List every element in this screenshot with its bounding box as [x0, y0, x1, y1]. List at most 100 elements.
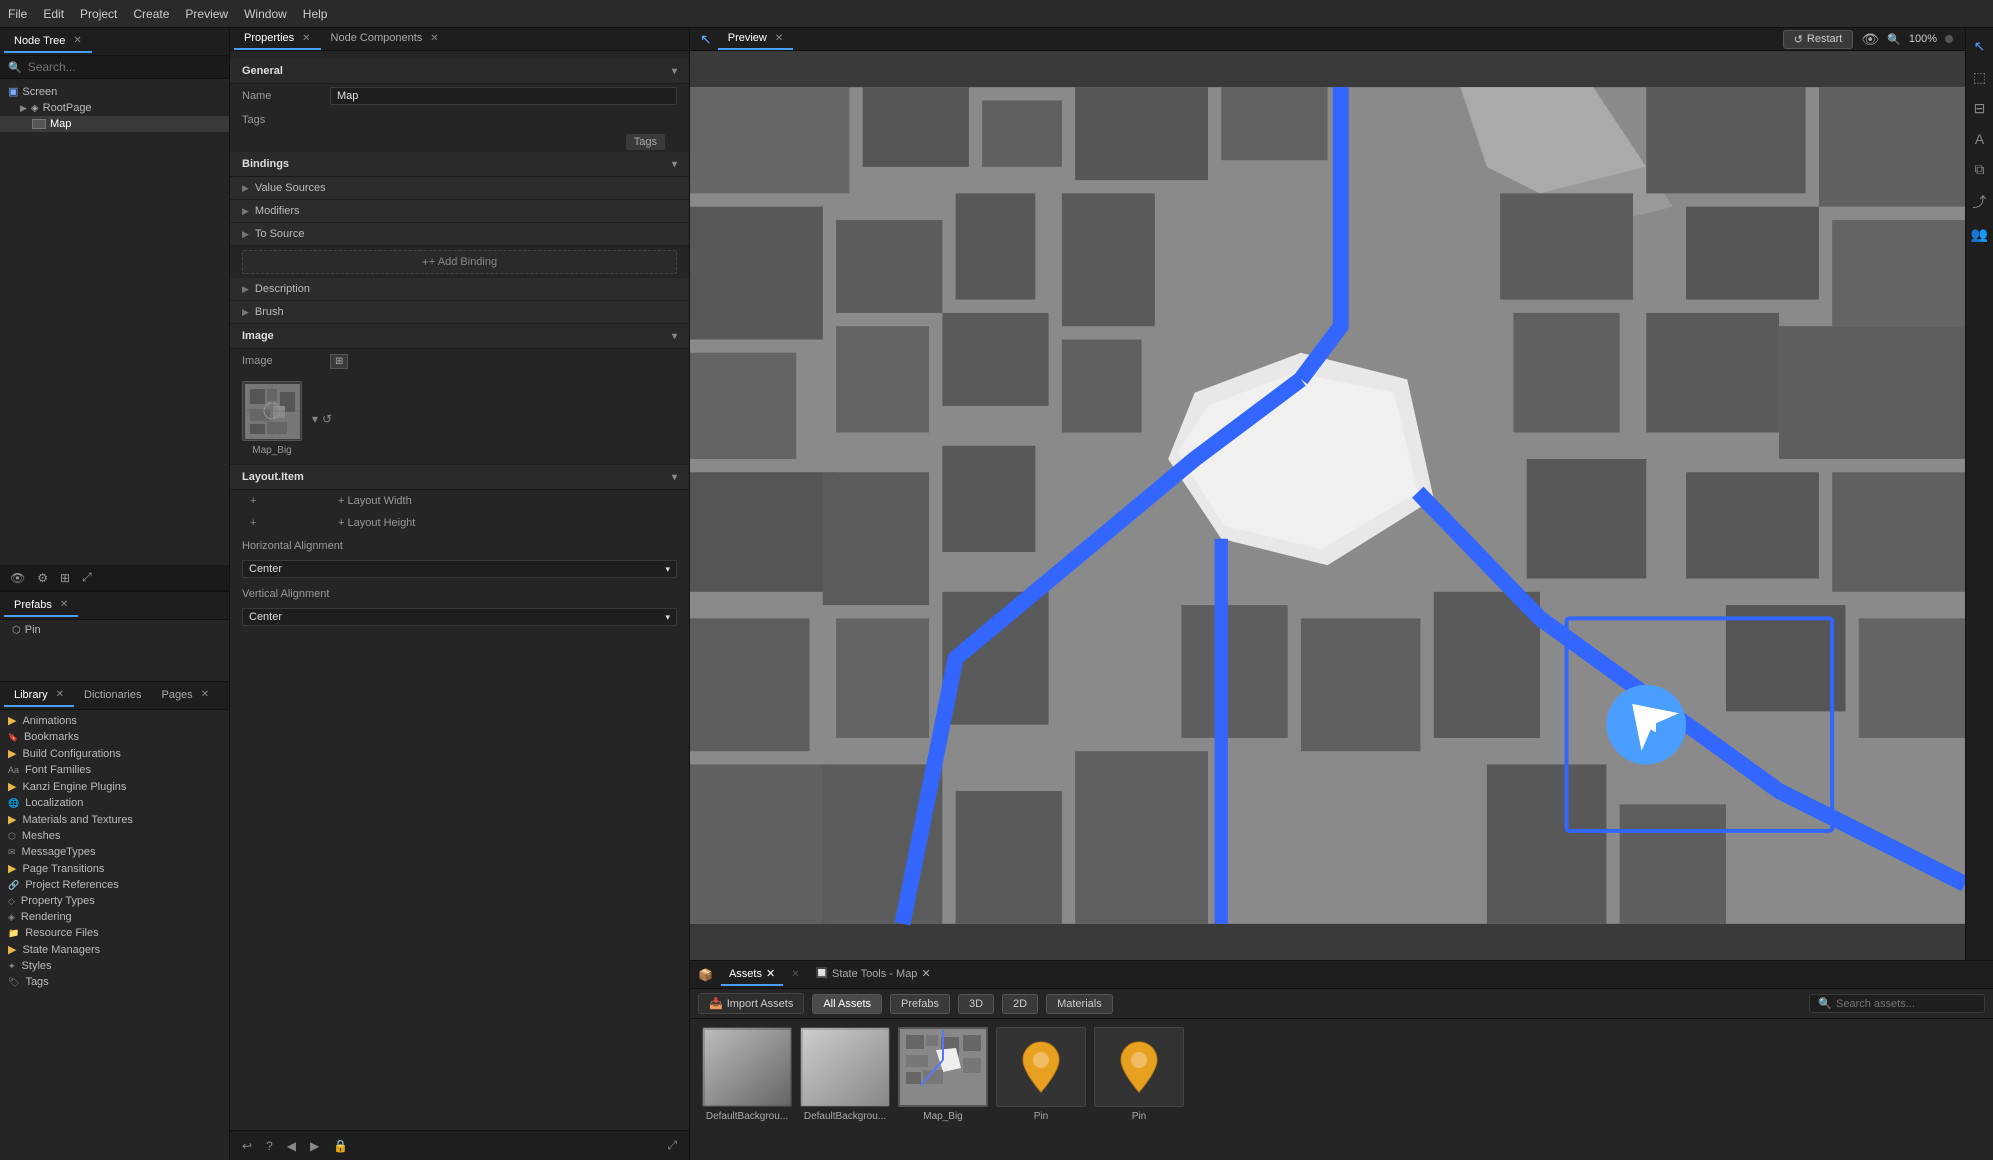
restart-button[interactable]: ↺ Restart — [1783, 30, 1854, 49]
tab-preview[interactable]: Preview ✕ — [718, 28, 794, 50]
prefab-pin[interactable]: ⬡ Pin — [0, 622, 229, 638]
v-alignment-dropdown[interactable]: Center ▾ — [242, 608, 677, 626]
lib-item-meshes[interactable]: ⬡ Meshes — [0, 828, 229, 844]
menu-project[interactable]: Project — [80, 7, 117, 21]
filter-materials-btn[interactable]: Materials — [1046, 994, 1113, 1014]
general-section-header[interactable]: General ▾ — [230, 59, 689, 84]
lib-item-animations[interactable]: ▶ Animations — [0, 712, 229, 729]
lib-item-bookmarks[interactable]: 🔖 Bookmarks — [0, 729, 229, 745]
lib-project-refs-label: Project References — [25, 879, 119, 891]
assets-close-icon[interactable]: ✕ — [766, 967, 775, 980]
menu-window[interactable]: Window — [244, 7, 287, 21]
name-input[interactable] — [330, 87, 677, 105]
help-icon-btn[interactable]: ? — [262, 1137, 277, 1155]
modifiers-row[interactable]: ▶ Modifiers — [230, 200, 689, 223]
tab-properties[interactable]: Properties ✕ — [234, 28, 321, 50]
layout-tool-btn[interactable]: ⊟ — [1972, 98, 1988, 119]
tree-item-rootpage[interactable]: ▶ ◈ RootPage — [0, 100, 229, 116]
prev-node-btn[interactable]: ◀ — [283, 1137, 300, 1155]
cursor-tool-btn[interactable]: ↖ — [1972, 36, 1988, 57]
asset-item-pin2[interactable]: Pin — [1094, 1027, 1184, 1152]
lib-item-kanzi-plugins[interactable]: ▶ Kanzi Engine Plugins — [0, 778, 229, 795]
lib-item-rendering[interactable]: ◈ Rendering — [0, 909, 229, 925]
lib-item-resource-files[interactable]: 📁 Resource Files — [0, 925, 229, 941]
image-reset-btn[interactable]: ⊞ — [330, 354, 348, 369]
asset-item-mapbig[interactable]: Map_Big — [898, 1027, 988, 1152]
eye-icon-btn[interactable]: 👁 — [6, 569, 29, 587]
filter-icon-btn[interactable]: ⚙ — [33, 569, 52, 587]
prefabs-close-icon[interactable]: ✕ — [60, 599, 68, 610]
brush-row[interactable]: ▶ Brush — [230, 301, 689, 324]
import-assets-button[interactable]: 📥 Import Assets — [698, 993, 804, 1014]
menu-file[interactable]: File — [8, 7, 27, 21]
expand-icon-btn[interactable]: ⤢ — [78, 568, 96, 587]
tab-library[interactable]: Library ✕ — [4, 685, 74, 707]
add-binding-button[interactable]: + + Add Binding — [242, 250, 677, 274]
tab-pages[interactable]: Pages ✕ — [151, 685, 219, 707]
layers-tool-btn[interactable]: ⧉ — [1973, 159, 1987, 180]
image-refresh-btn[interactable]: ↺ — [322, 412, 332, 426]
pages-close-icon[interactable]: ✕ — [201, 689, 209, 700]
description-row[interactable]: ▶ Description — [230, 278, 689, 301]
search-input[interactable] — [28, 60, 221, 74]
lib-item-font-families[interactable]: Aa Font Families — [0, 762, 229, 778]
menu-help[interactable]: Help — [303, 7, 328, 21]
lib-item-message-types[interactable]: ✉ MessageTypes — [0, 844, 229, 860]
image-dropdown-btn[interactable]: ▾ — [312, 412, 318, 426]
asset-item-defaultbg2[interactable]: DefaultBackgrou... — [800, 1027, 890, 1152]
tags-button[interactable]: Tags — [626, 134, 665, 150]
assets-search-input[interactable] — [1836, 998, 1976, 1010]
filter-2d-btn[interactable]: 2D — [1002, 994, 1038, 1014]
layout-item-section-header[interactable]: Layout.Item ▾ — [230, 464, 689, 490]
tab-node-tree[interactable]: Node Tree ✕ — [4, 31, 92, 53]
state-tools-close-icon[interactable]: ✕ — [921, 967, 930, 980]
tab-node-components[interactable]: Node Components ✕ — [321, 28, 449, 50]
lib-item-localization[interactable]: 🌐 Localization — [0, 795, 229, 811]
menu-edit[interactable]: Edit — [43, 7, 64, 21]
lib-item-state-managers[interactable]: ▶ State Managers — [0, 941, 229, 958]
lib-item-materials[interactable]: ▶ Materials and Textures — [0, 811, 229, 828]
node-tree-close-icon[interactable]: ✕ — [73, 35, 81, 46]
filter-prefabs-btn[interactable]: Prefabs — [890, 994, 950, 1014]
image-section-header[interactable]: Image ▾ — [230, 324, 689, 349]
lock-icon-btn[interactable]: 🔒 — [329, 1137, 352, 1155]
lib-localization-label: Localization — [25, 797, 83, 809]
cursor-tool-icon[interactable]: ↖ — [694, 31, 718, 48]
share-tool-btn[interactable]: ⤴ — [1971, 190, 1989, 214]
asset-item-defaultbg1[interactable]: DefaultBackgrou... — [702, 1027, 792, 1152]
expand-props-btn[interactable]: ⤢ — [663, 1136, 681, 1155]
to-source-row[interactable]: ▶ To Source — [230, 223, 689, 246]
asset-item-pin1[interactable]: Pin — [996, 1027, 1086, 1152]
lib-item-property-types[interactable]: ◇ Property Types — [0, 893, 229, 909]
tree-item-screen[interactable]: ▣ Screen — [0, 83, 229, 100]
menu-create[interactable]: Create — [133, 7, 169, 21]
filter-all-assets-btn[interactable]: All Assets — [812, 994, 882, 1014]
tree-item-map[interactable]: Map — [0, 116, 229, 132]
h-alignment-dropdown[interactable]: Center ▾ — [242, 560, 677, 578]
text-tool-btn[interactable]: A — [1973, 129, 1986, 149]
lib-item-build-configs[interactable]: ▶ Build Configurations — [0, 745, 229, 762]
bindings-section-header[interactable]: Bindings ▾ — [230, 152, 689, 177]
value-sources-row[interactable]: ▶ Value Sources — [230, 177, 689, 200]
filter-3d-btn[interactable]: 3D — [958, 994, 994, 1014]
next-node-btn[interactable]: ▶ — [306, 1137, 323, 1155]
library-close-icon[interactable]: ✕ — [56, 689, 64, 700]
preview-close-icon[interactable]: ✕ — [775, 33, 783, 44]
node-components-close-icon[interactable]: ✕ — [430, 33, 438, 44]
lib-item-project-refs[interactable]: 🔗 Project References — [0, 877, 229, 893]
lib-item-tags[interactable]: 🏷 Tags — [0, 974, 229, 990]
menu-preview[interactable]: Preview — [185, 7, 228, 21]
tab-assets[interactable]: Assets ✕ — [721, 963, 783, 986]
grid-icon-btn[interactable]: ⊞ — [56, 569, 74, 587]
tab-prefabs[interactable]: Prefabs ✕ — [4, 595, 78, 617]
tab-state-tools[interactable]: 🔲 State Tools - Map ✕ — [808, 963, 939, 986]
properties-close-icon[interactable]: ✕ — [302, 33, 310, 44]
people-tool-btn[interactable]: 👥 — [1969, 224, 1990, 245]
lib-item-styles[interactable]: ✦ Styles — [0, 958, 229, 974]
eye-preview-btn[interactable]: 👁 — [1861, 31, 1879, 48]
image-thumbnail[interactable] — [242, 381, 302, 441]
lib-item-page-transitions[interactable]: ▶ Page Transitions — [0, 860, 229, 877]
select-tool-btn[interactable]: ⬚ — [1971, 67, 1988, 88]
back-icon-btn[interactable]: ↩ — [238, 1137, 256, 1155]
tab-dictionaries[interactable]: Dictionaries — [74, 685, 151, 707]
